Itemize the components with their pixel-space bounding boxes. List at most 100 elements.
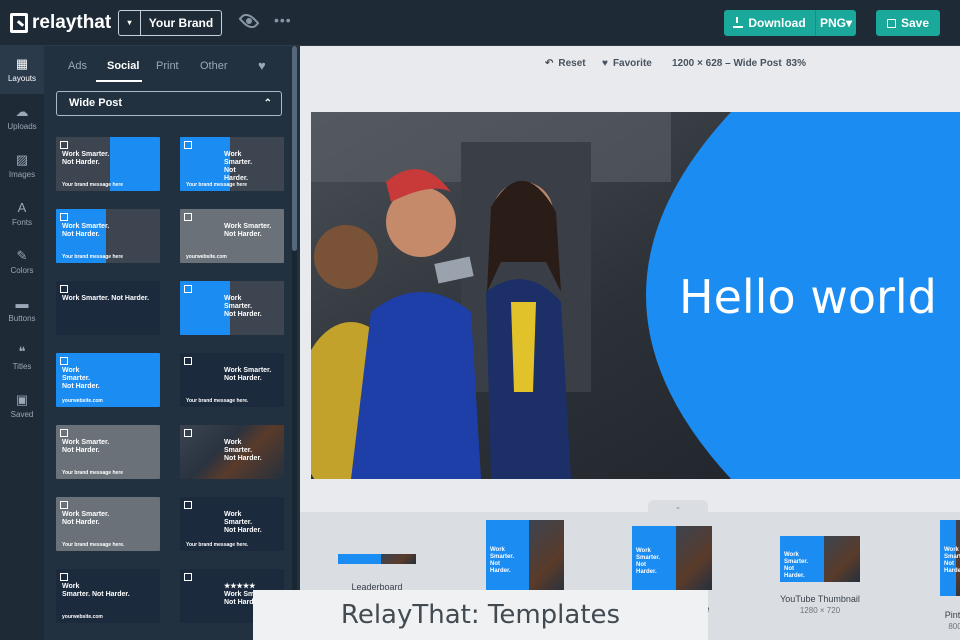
brand-logo-icon <box>184 573 192 581</box>
size-preview[interactable] <box>338 554 416 564</box>
download-button[interactable]: Download <box>724 10 816 36</box>
rail-item-titles[interactable]: ❝ Titles <box>0 334 44 382</box>
size-preview[interactable]: WorkSmarter.NotHarder. <box>940 520 960 596</box>
template-headline-line: Work Smarter. <box>224 223 272 230</box>
rail-item-uploads[interactable]: ☁ Uploads <box>0 94 44 142</box>
size-dimensions: 800 <box>948 622 960 631</box>
size-preview[interactable]: WorkSmarter.NotHarder. <box>632 526 712 590</box>
tab-social[interactable]: Social <box>107 60 139 72</box>
canvas-headline[interactable]: Hello world <box>679 270 937 324</box>
size-select[interactable]: Wide Post ⌃ <box>56 91 282 116</box>
brand-logo-icon <box>184 213 192 221</box>
preview-headline-line: Not <box>636 562 646 569</box>
rail-item-buttons[interactable]: ▬ Buttons <box>0 286 44 334</box>
left-rail: ▦ Layouts ☁ Uploads ▨ Images A Fonts ✎ Colors… <box>0 46 44 640</box>
template-thumbnail[interactable]: Work Smarter. Not Harder. yourwebsite.com <box>56 569 160 623</box>
template-subtext: Your brand message here. <box>62 542 125 548</box>
template-thumbnail[interactable]: Work Smarter. Not Harder. <box>180 281 284 335</box>
font-icon: A <box>17 200 27 215</box>
template-thumbnail[interactable]: Work Smarter. Not Harder. Your brand messa… <box>56 497 160 551</box>
rail-item-layouts[interactable]: ▦ Layouts <box>0 46 44 94</box>
size-select-value: Wide Post <box>69 97 123 109</box>
template-thumbnail[interactable]: Work Smarter. Not Harder. Your brand mess… <box>180 353 284 407</box>
brand-logo-icon <box>184 285 192 293</box>
more-icon[interactable]: ••• <box>274 12 292 28</box>
template-thumbnail[interactable]: Work Smarter. Not Harder. yourwebsite.com <box>56 353 160 407</box>
favorite-label: Favorite <box>612 58 652 69</box>
template-headline-line: Work <box>62 583 80 590</box>
download-label: Download <box>748 16 806 30</box>
template-subtext: Your brand message here <box>186 182 248 188</box>
heart-icon[interactable]: ♥ <box>258 58 266 73</box>
template-headline-line: Work <box>224 295 242 302</box>
template-thumbnail[interactable]: Work Smarter. Not Harder. <box>180 425 284 479</box>
heart-icon: ♥ <box>602 58 608 69</box>
person-left-head <box>314 225 378 289</box>
preview-headline-line: Smarter. <box>944 553 960 560</box>
brand-logo-icon <box>184 429 192 437</box>
preview-headline-line: Not <box>784 566 794 573</box>
template-subtext: Your brand message here. <box>186 398 249 404</box>
canvas-size-label: 1200 × 628 – Wide Post <box>672 58 782 69</box>
rail-label: Fonts <box>11 218 32 227</box>
rail-item-saved[interactable]: ▣ Saved <box>0 382 44 430</box>
template-thumbnail[interactable]: Work Smarter. Not Harder. <box>56 281 160 335</box>
tab-ads[interactable]: Ads <box>68 60 87 72</box>
size-preview[interactable]: WorkSmarter.NotHarder. <box>486 520 564 596</box>
template-headline-line: Work <box>224 439 242 446</box>
template-thumbnail[interactable]: Work Smarter. Not Harder. Your brand messa… <box>56 137 160 191</box>
rail-item-images[interactable]: ▨ Images <box>0 142 44 190</box>
format-dropdown[interactable]: PNG▾ <box>816 16 856 30</box>
template-headline-line: Smarter. <box>224 519 253 526</box>
brand-logo-icon <box>184 501 192 509</box>
rail-item-fonts[interactable]: A Fonts <box>0 190 44 238</box>
template-thumbnail[interactable]: Work Smarter. Not Harder. yourwebsite.com <box>180 209 284 263</box>
template-thumbnail[interactable]: Work Smarter. Not Harder. Your brand messag… <box>180 497 284 551</box>
preview-headline-line: Harder. <box>490 567 511 574</box>
preview-headline-line: Work <box>490 546 505 553</box>
size-strip-toggle[interactable]: ⌄ <box>648 500 708 512</box>
preview-headline-line: Harder. <box>636 569 657 576</box>
image-icon: ▨ <box>15 152 29 167</box>
panel-scrollbar-thumb[interactable] <box>292 46 297 251</box>
save-button[interactable]: Save <box>876 10 940 36</box>
tab-other[interactable]: Other <box>200 60 228 72</box>
layouts-icon: ▦ <box>15 56 29 71</box>
quote-icon: ❝ <box>18 344 26 359</box>
design-canvas[interactable]: Hello world <box>311 112 960 479</box>
size-preview[interactable]: WorkSmarter.NotHarder. <box>780 536 860 582</box>
rail-item-colors[interactable]: ✎ Colors <box>0 238 44 286</box>
save-icon <box>886 18 896 28</box>
template-thumbnail[interactable]: Work Smarter. Not Harder. Your brand message… <box>180 137 284 191</box>
template-thumbnail[interactable]: Work Smarter. Not Harder. Your brand messa… <box>56 425 160 479</box>
template-thumbnail[interactable]: Work Smarter. Not Harder. Your brand messa… <box>56 209 160 263</box>
relaythat-logo-icon <box>10 13 28 33</box>
preview-headline-line: Not <box>490 560 500 567</box>
brand-dropdown[interactable]: ▾ Your Brand <box>118 10 222 36</box>
template-headline-line: Not Harder. <box>224 527 262 534</box>
size-preview-label: YouTube Thumbnail 1280 × 720 <box>760 594 880 615</box>
preview-headline-line: Work <box>636 548 651 555</box>
template-headline-line: Not Harder. <box>62 159 100 166</box>
template-headline-line: Smarter. <box>62 375 91 382</box>
template-subtext: Your brand message here <box>62 470 124 476</box>
template-headline-line: Not Harder. <box>62 447 100 454</box>
person-right-top <box>511 302 536 392</box>
brand-logo-icon <box>60 429 68 437</box>
chevron-up-icon: ⌃ <box>263 98 272 109</box>
reset-button[interactable]: ↶ Reset <box>545 58 586 69</box>
zoom-level[interactable]: 83% <box>786 58 806 69</box>
favorite-button[interactable]: ♥ Favorite <box>602 58 652 69</box>
rail-label: Saved <box>10 410 34 419</box>
template-subtext: Your brand message here <box>62 182 124 188</box>
size-name: YouTube Thumbnail <box>780 594 860 604</box>
template-headline-line: Not <box>224 167 236 174</box>
button-icon: ▬ <box>15 296 29 311</box>
app-logo[interactable]: relaythat <box>10 12 111 34</box>
template-headline-line: Not Harder. <box>224 455 262 462</box>
template-headline-line: Smarter. Not Harder. <box>62 591 130 598</box>
save-label: Save <box>900 16 930 30</box>
template-headline-line: Not Harder. <box>62 231 100 238</box>
tab-print[interactable]: Print <box>156 60 179 72</box>
size-preview-label: Pinte 800 <box>920 610 960 631</box>
